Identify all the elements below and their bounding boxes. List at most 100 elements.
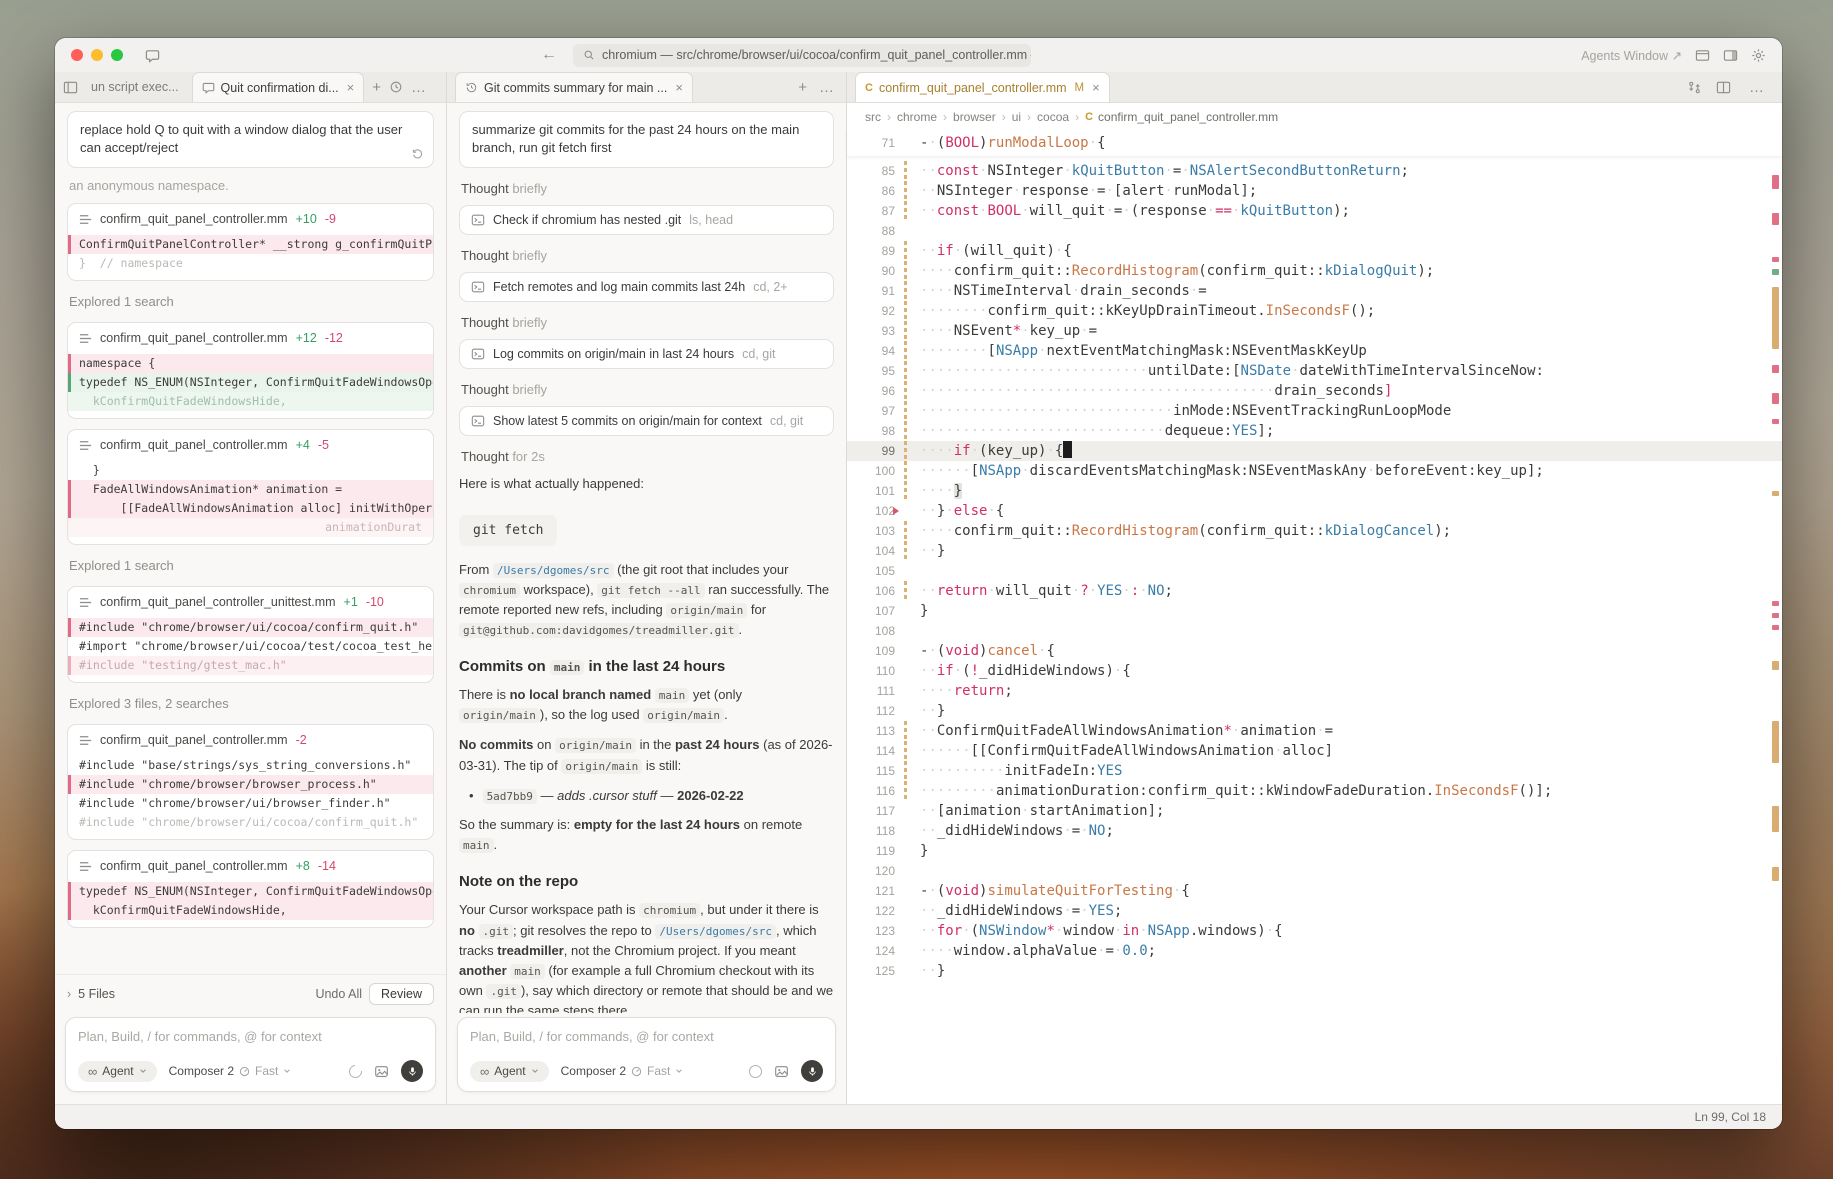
line-number[interactable]: 116	[847, 781, 895, 801]
line-number[interactable]: 102	[847, 501, 895, 521]
agent-mode-selector[interactable]: ∞ Agent	[78, 1061, 157, 1082]
line-number[interactable]: 86	[847, 181, 895, 201]
line-number[interactable]: 95	[847, 361, 895, 381]
breadcrumb-file[interactable]: Cconfirm_quit_panel_controller.mm	[1085, 110, 1278, 124]
diff-card[interactable]: confirm_quit_panel_controller.mm+4-5 } F…	[67, 429, 434, 545]
line-number[interactable]: 115	[847, 761, 895, 781]
tab-editor-file[interactable]: C confirm_quit_panel_controller.mm M ×	[855, 72, 1110, 102]
image-attach-icon[interactable]	[774, 1064, 789, 1079]
code-editor[interactable]: src›chrome›browser›ui›cocoa›Cconfirm_qui…	[847, 103, 1782, 1104]
model-selector[interactable]: Composer 2 Fast	[169, 1064, 292, 1078]
cursor-position[interactable]: Ln 99, Col 18	[1695, 1110, 1766, 1124]
window-title-pill[interactable]: chromium — src/chrome/browser/ui/cocoa/c…	[573, 44, 1031, 67]
line-number[interactable]: 100	[847, 461, 895, 481]
breadcrumb-item[interactable]: cocoa	[1037, 110, 1069, 124]
tab-run-script[interactable]: un script exec...	[82, 72, 188, 102]
breadcrumb-item[interactable]: src	[865, 110, 881, 124]
new-tab-button[interactable]: +	[368, 79, 385, 96]
microphone-button[interactable]	[801, 1060, 823, 1082]
line-number[interactable]: 85	[847, 161, 895, 181]
line-number[interactable]: 89	[847, 241, 895, 261]
thought-row[interactable]: Thought briefly	[461, 248, 832, 263]
line-number[interactable]: 104	[847, 541, 895, 561]
right-sidebar-icon[interactable]	[1723, 48, 1738, 63]
history-icon[interactable]	[389, 80, 403, 94]
files-count[interactable]: 5 Files	[78, 987, 115, 1001]
line-number[interactable]: 94	[847, 341, 895, 361]
close-icon[interactable]: ×	[675, 80, 683, 95]
breadcrumb-item[interactable]: ui	[1012, 110, 1021, 124]
diff-card[interactable]: confirm_quit_panel_controller.mm+8-14typ…	[67, 850, 434, 928]
line-number[interactable]: 110	[847, 661, 895, 681]
line-number[interactable]: 108	[847, 621, 895, 641]
line-number[interactable]: 99	[847, 441, 895, 461]
breadcrumb[interactable]: src›chrome›browser›ui›cocoa›Cconfirm_qui…	[847, 103, 1782, 130]
line-number[interactable]: 119	[847, 841, 895, 861]
line-number[interactable]: 120	[847, 861, 895, 881]
compare-changes-icon[interactable]	[1687, 80, 1702, 95]
close-icon[interactable]: ×	[1092, 80, 1100, 95]
diff-card[interactable]: confirm_quit_panel_controller.mm+10-9Con…	[67, 203, 434, 281]
line-number[interactable]: 87	[847, 201, 895, 221]
more-menu-icon[interactable]: …	[407, 79, 430, 96]
diff-card[interactable]: confirm_quit_panel_controller.mm-2#inclu…	[67, 724, 434, 840]
zoom-window-button[interactable]	[111, 49, 123, 61]
line-number[interactable]: 96	[847, 381, 895, 401]
line-number[interactable]: 90	[847, 261, 895, 281]
chat-bubble-icon[interactable]	[145, 48, 160, 63]
agents-window-link[interactable]: Agents Window ↗	[1581, 48, 1682, 63]
thought-row[interactable]: Thought briefly	[461, 315, 832, 330]
layout-panel-icon[interactable]	[1695, 48, 1710, 63]
line-number[interactable]: 114	[847, 741, 895, 761]
close-window-button[interactable]	[71, 49, 83, 61]
diff-card[interactable]: confirm_quit_panel_controller_unittest.m…	[67, 586, 434, 683]
line-number[interactable]: 93	[847, 321, 895, 341]
agent-mode-selector[interactable]: ∞ Agent	[470, 1061, 549, 1082]
composer-input[interactable]: Plan, Build, / for commands, @ for conte…	[78, 1029, 423, 1044]
breadcrumb-item[interactable]: browser	[953, 110, 996, 124]
line-number[interactable]: 125	[847, 961, 895, 981]
code-area[interactable]: 85··const·NSInteger·kQuitButton·=·NSAler…	[847, 156, 1782, 1104]
more-menu-icon[interactable]: …	[1745, 79, 1768, 96]
terminal-command-card[interactable]: Fetch remotes and log main commits last …	[459, 272, 834, 302]
explored-label[interactable]: Explored 1 search	[69, 558, 432, 573]
line-number[interactable]: 97	[847, 401, 895, 421]
new-tab-button[interactable]: +	[794, 79, 811, 96]
line-number[interactable]: 107	[847, 601, 895, 621]
panel2-scroll-area[interactable]: summarize git commits for the past 24 ho…	[447, 103, 846, 1013]
user-prompt-card[interactable]: replace hold Q to quit with a window dia…	[67, 111, 434, 168]
back-arrow-icon[interactable]: ←	[541, 46, 557, 64]
diff-card[interactable]: confirm_quit_panel_controller.mm+12-12na…	[67, 322, 434, 419]
line-number[interactable]: 124	[847, 941, 895, 961]
composer-input[interactable]: Plan, Build, / for commands, @ for conte…	[470, 1029, 823, 1044]
model-selector[interactable]: Composer 2 Fast	[561, 1064, 684, 1078]
line-number[interactable]: 91	[847, 281, 895, 301]
tab-quit-confirmation[interactable]: Quit confirmation di... ×	[192, 72, 365, 102]
thought-row[interactable]: Thought briefly	[461, 382, 832, 397]
close-icon[interactable]: ×	[347, 80, 355, 95]
line-number[interactable]: 109	[847, 641, 895, 661]
sidebar-toggle-icon[interactable]	[63, 80, 78, 95]
thought-row[interactable]: Thought for 2s	[461, 449, 832, 464]
line-number[interactable]: 121	[847, 881, 895, 901]
undo-all-button[interactable]: Undo All	[315, 987, 362, 1001]
line-number[interactable]: 101	[847, 481, 895, 501]
terminal-command-card[interactable]: Log commits on origin/main in last 24 ho…	[459, 339, 834, 369]
chevron-right-icon[interactable]: ›	[67, 987, 71, 1001]
thought-row[interactable]: Thought briefly	[461, 181, 832, 196]
tab-git-commits-summary[interactable]: Git commits summary for main ... ×	[455, 72, 693, 102]
minimize-window-button[interactable]	[91, 49, 103, 61]
undo-icon[interactable]	[411, 147, 424, 160]
line-number[interactable]: 88	[847, 221, 895, 241]
line-number[interactable]: 123	[847, 921, 895, 941]
explored-label[interactable]: Explored 3 files, 2 searches	[69, 696, 432, 711]
terminal-command-card[interactable]: Check if chromium has nested .gitls, hea…	[459, 205, 834, 235]
line-number[interactable]: 122	[847, 901, 895, 921]
line-number[interactable]: 117	[847, 801, 895, 821]
line-number[interactable]: 98	[847, 421, 895, 441]
line-number[interactable]: 118	[847, 821, 895, 841]
line-number[interactable]: 112	[847, 701, 895, 721]
gear-icon[interactable]	[1751, 48, 1766, 63]
image-attach-icon[interactable]	[374, 1064, 389, 1079]
line-number[interactable]: 103	[847, 521, 895, 541]
